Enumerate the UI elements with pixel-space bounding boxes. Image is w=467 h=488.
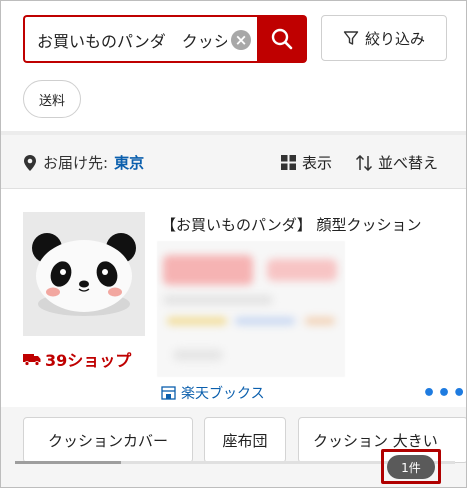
sort-icon — [355, 154, 373, 171]
search-input[interactable]: お買いものパンダ クッシ × — [23, 15, 258, 63]
blur-block — [305, 317, 335, 325]
store-name: 楽天ブックス — [181, 386, 265, 402]
shop-39-badge: 39ショップ — [23, 347, 131, 371]
sort-label: 並べ替え — [378, 154, 439, 172]
blur-block — [163, 255, 253, 285]
sort-button[interactable]: 並べ替え — [355, 152, 438, 173]
search-header: お買いものパンダ クッシ × 絞り込み 送料 — [1, 1, 466, 131]
store-link[interactable]: 楽天ブックス — [161, 383, 265, 403]
filter-label: 絞り込み — [364, 29, 425, 48]
product-title[interactable]: 【お買いものパンダ】 顔型クッション — [161, 214, 422, 235]
search-icon — [271, 28, 293, 50]
truck-icon — [23, 354, 41, 366]
store-icon — [161, 386, 176, 400]
blur-block — [235, 317, 295, 325]
panda-cushion-image — [23, 212, 145, 336]
blur-block — [167, 317, 227, 325]
shop-badge-label: 39ショップ — [45, 351, 132, 370]
shipping-chip[interactable]: 送料 — [23, 80, 81, 118]
delivery-bar: お届け先: 東京 表示 並べ替え — [1, 135, 466, 189]
grid-view-icon — [281, 155, 296, 170]
blur-block — [173, 349, 223, 361]
blurred-price-area — [157, 241, 345, 377]
related-chip[interactable]: 座布団 — [204, 417, 286, 463]
filter-icon — [343, 31, 359, 45]
search-query: お買いものパンダ クッシ — [37, 32, 227, 51]
clear-search-button[interactable]: × — [231, 30, 251, 50]
scroll-thumb[interactable] — [15, 461, 121, 464]
more-options-button[interactable]: ••• — [422, 381, 466, 406]
result-count-badge: 1件 — [387, 455, 435, 479]
view-label: 表示 — [302, 154, 333, 172]
search-button[interactable] — [257, 15, 307, 63]
blur-block — [267, 259, 337, 281]
delivery-location[interactable]: お届け先: 東京 — [23, 152, 144, 173]
location-pin-icon — [24, 154, 36, 171]
blur-block — [163, 295, 273, 305]
product-image[interactable] — [23, 212, 145, 336]
delivery-prefix: お届け先: — [43, 154, 109, 172]
related-chip[interactable]: クッションカバー — [23, 417, 193, 463]
view-toggle-button[interactable]: 表示 — [281, 152, 332, 173]
filter-button[interactable]: 絞り込み — [321, 15, 447, 61]
app-frame: お買いものパンダ クッシ × 絞り込み 送料 お届け先: 東京 表示 並べ替え … — [0, 0, 467, 488]
delivery-city: 東京 — [114, 154, 145, 172]
